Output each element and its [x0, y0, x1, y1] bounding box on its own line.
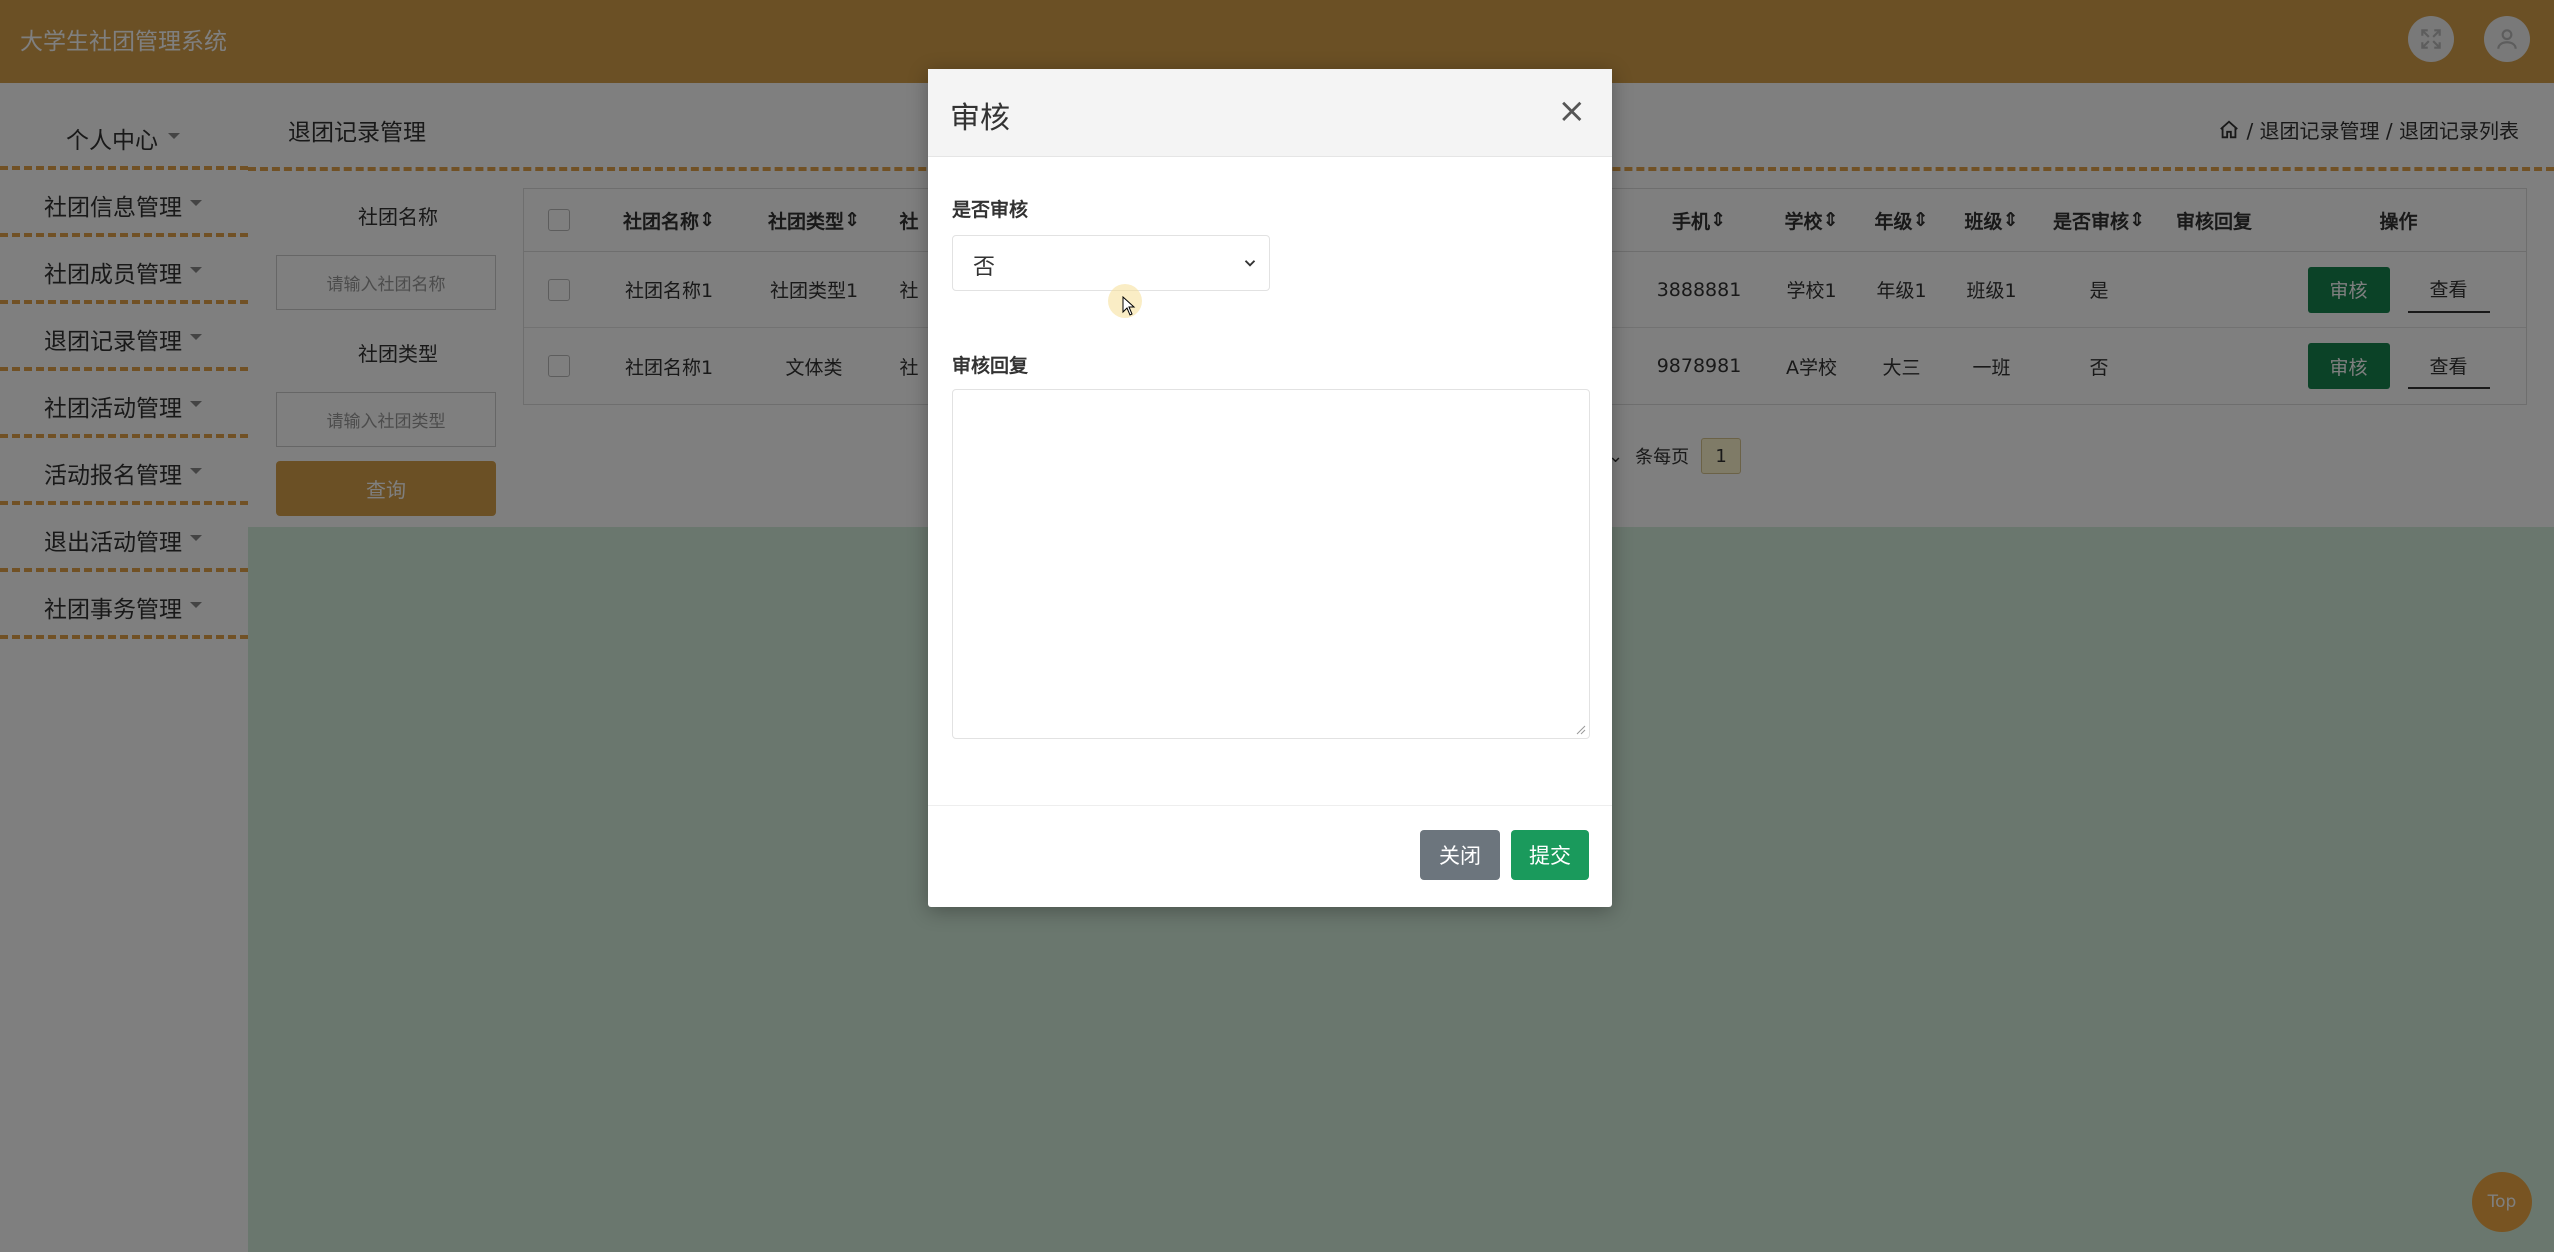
chevron-down-icon: [1244, 260, 1256, 267]
close-icon[interactable]: ×: [1558, 91, 1587, 131]
audit-dialog: 审核 × 是否审核 否 审核回复 关闭 提交: [928, 69, 1612, 907]
close-button[interactable]: 关闭: [1420, 830, 1500, 880]
mouse-cursor-icon: [1122, 296, 1136, 316]
resize-grip-icon[interactable]: [1574, 723, 1586, 735]
dialog-header: 审核 ×: [928, 69, 1612, 157]
audit-status-label: 是否审核: [952, 199, 1029, 221]
audit-reply-textarea[interactable]: [952, 389, 1590, 739]
dialog-title: 审核: [950, 101, 1010, 136]
audit-reply-label: 审核回复: [952, 355, 1029, 377]
audit-status-value: 否: [973, 255, 996, 280]
dialog-footer: 关闭 提交: [928, 805, 1612, 907]
audit-status-select[interactable]: 否: [952, 235, 1270, 291]
submit-button[interactable]: 提交: [1511, 830, 1589, 880]
